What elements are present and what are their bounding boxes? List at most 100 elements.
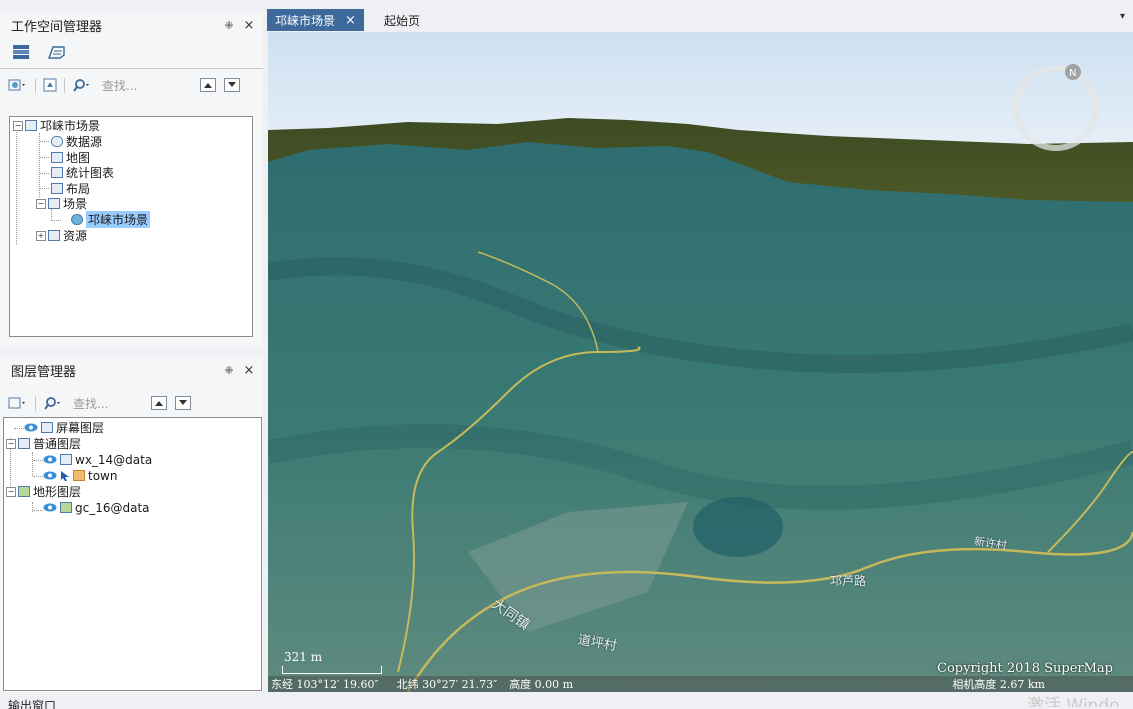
eye-icon[interactable] — [43, 455, 57, 464]
layer-node-label: gc_16@data — [75, 500, 150, 515]
search-icon[interactable] — [41, 394, 65, 412]
tab-close-icon[interactable]: × — [345, 13, 356, 28]
tree-node-charts[interactable]: 统计图表 — [51, 165, 114, 180]
collapse-icon[interactable]: − — [13, 120, 23, 131]
tree-node-label: 资源 — [63, 229, 88, 243]
layer-node-screen[interactable]: 屏幕图层 — [24, 420, 104, 435]
document-tab-bar: 邛崃市场景 × 起始页 ▾ — [267, 8, 1133, 32]
layer-manager-titlebar: 图层管理器 ⁜ × — [0, 357, 263, 383]
layer-node-label: wx_14@data — [75, 452, 153, 467]
workspace-manager-titlebar: 工作空间管理器 ⁜ × — [0, 12, 263, 38]
output-window-label[interactable]: 输出窗口 — [8, 697, 56, 709]
tab-label: 邛崃市场景 — [275, 13, 336, 28]
tab-scene[interactable]: 邛崃市场景 × — [267, 9, 364, 31]
scene-status-bar: 东经 103°12′ 19.60″ 北纬 30°27′ 21.73″ 高度 0.… — [268, 676, 1133, 692]
workspace-icon — [25, 120, 37, 131]
layer-node-town[interactable]: town — [43, 468, 117, 483]
tab-label: 起始页 — [384, 13, 421, 28]
expand-icon[interactable]: + — [36, 230, 46, 241]
scene-viewport[interactable]: N 邛芦路 新许村 大同镇 道坪村 321 m Copyright 2018 S… — [268, 32, 1133, 692]
latitude-readout: 北纬 30°27′ 21.73″ — [396, 678, 498, 691]
scale-label: 321 m — [284, 650, 323, 664]
scale-bar — [282, 666, 382, 674]
folder-icon — [48, 230, 60, 241]
close-icon[interactable]: × — [239, 18, 259, 33]
tree-node-scene-root[interactable]: − 邛崃市场景 — [13, 118, 100, 133]
copyright-text: Copyright 2018 SuperMap — [937, 661, 1113, 676]
datasource-icon — [51, 136, 63, 147]
workspace-view-toggle — [0, 38, 263, 68]
elevation-readout: 高度 0.00 m — [509, 678, 574, 691]
search-down-button[interactable] — [175, 396, 191, 410]
eye-icon[interactable] — [24, 423, 38, 432]
close-icon[interactable]: × — [239, 363, 259, 378]
map-icon — [51, 152, 63, 163]
layer-node-label: town — [88, 468, 118, 483]
layer-node-label: 地形图层 — [33, 485, 82, 499]
scene-icon — [48, 198, 60, 209]
layer-manager-panel: 图层管理器 ⁜ × 查找... 屏幕图层 − 普通图层 wx_14@data t… — [0, 357, 263, 692]
layer-search-input[interactable]: 查找... — [73, 395, 143, 412]
collapse-icon[interactable]: − — [6, 438, 16, 449]
longitude-readout: 东经 103°12′ 19.60″ — [271, 678, 379, 691]
pin-icon[interactable]: ⁜ — [219, 19, 239, 32]
tree-node-scene-item[interactable]: 邛崃市场景 — [71, 211, 151, 228]
layer-tree: 屏幕图层 − 普通图层 wx_14@data town − 地形图层 gc_16… — [3, 417, 262, 691]
pin-icon[interactable]: ⁜ — [219, 364, 239, 377]
tree-node-label: 数据源 — [66, 135, 103, 149]
add-layer-dropdown-icon[interactable] — [6, 394, 30, 412]
layer-node-label: 屏幕图层 — [56, 421, 105, 435]
search-icon[interactable] — [70, 76, 94, 94]
tree-node-resources[interactable]: + 资源 — [36, 228, 87, 243]
workspace-open-dropdown-icon[interactable] — [6, 76, 30, 94]
collapse-icon[interactable]: − — [6, 486, 16, 497]
tree-node-label: 邛崃市场景 — [40, 119, 101, 133]
image-layer-icon — [60, 454, 72, 465]
tree-node-layouts[interactable]: 布局 — [51, 181, 90, 196]
layer-node-terrain[interactable]: − 地形图层 — [6, 484, 81, 499]
layer-node-wx14[interactable]: wx_14@data — [43, 452, 152, 467]
collapse-icon[interactable]: − — [36, 198, 46, 209]
terrain-scene-image[interactable]: N — [268, 32, 1133, 692]
workspace-manager-panel: 工作空间管理器 ⁜ × 查找... − 邛崃市场景 数据源 地图 统计图表 布局… — [0, 12, 263, 348]
eye-icon[interactable] — [43, 471, 57, 480]
globe-icon — [71, 214, 83, 225]
layout-icon — [51, 183, 63, 194]
selectable-arrow-icon[interactable] — [60, 470, 70, 482]
tab-menu-dropdown-icon[interactable]: ▾ — [1120, 11, 1125, 22]
activation-watermark: 激活 Windo — [1027, 696, 1120, 707]
terrain-layer-icon — [18, 486, 30, 497]
camera-height-readout: 相机高度 2.67 km — [952, 678, 1045, 691]
workspace-tree: − 邛崃市场景 数据源 地图 统计图表 布局 − 场景 邛崃市场景 + 资源 — [9, 116, 253, 337]
workspace-search-input[interactable]: 查找... — [102, 77, 192, 94]
tree-node-scenes[interactable]: − 场景 — [36, 196, 87, 211]
layer-node-label: 普通图层 — [33, 437, 82, 451]
tree-node-label: 场景 — [63, 197, 88, 211]
workspace-export-icon[interactable] — [41, 76, 59, 94]
tree-node-maps[interactable]: 地图 — [51, 150, 90, 165]
road-label: 邛芦路 — [830, 574, 867, 588]
workspace-tree-view-icon[interactable] — [12, 44, 30, 63]
search-up-button[interactable] — [151, 396, 167, 410]
tree-node-label-selected: 邛崃市场景 — [86, 211, 151, 228]
compass-north-letter: N — [1069, 68, 1076, 79]
layer-manager-title: 图层管理器 — [11, 364, 77, 380]
tab-start-page[interactable]: 起始页 — [384, 9, 420, 31]
tree-node-datasources[interactable]: 数据源 — [51, 134, 102, 149]
terrain-data-icon — [60, 502, 72, 513]
tree-node-label: 统计图表 — [66, 166, 115, 180]
screen-layer-icon — [41, 422, 53, 433]
layer-node-general[interactable]: − 普通图层 — [6, 436, 81, 451]
eye-icon[interactable] — [43, 503, 57, 512]
layer-toolbar: 查找... — [0, 393, 263, 413]
point-layer-icon — [73, 470, 85, 481]
workspace-manager-title: 工作空间管理器 — [11, 19, 103, 35]
layer-node-gc16[interactable]: gc_16@data — [43, 500, 150, 515]
workspace-toolbar: 查找... — [0, 75, 263, 95]
search-up-button[interactable] — [200, 78, 216, 92]
scale-indicator: 321 m — [282, 650, 382, 674]
chart-icon — [51, 167, 63, 178]
workspace-resource-view-icon[interactable] — [46, 44, 66, 63]
search-down-button[interactable] — [224, 78, 240, 92]
layer-group-icon — [18, 438, 30, 449]
